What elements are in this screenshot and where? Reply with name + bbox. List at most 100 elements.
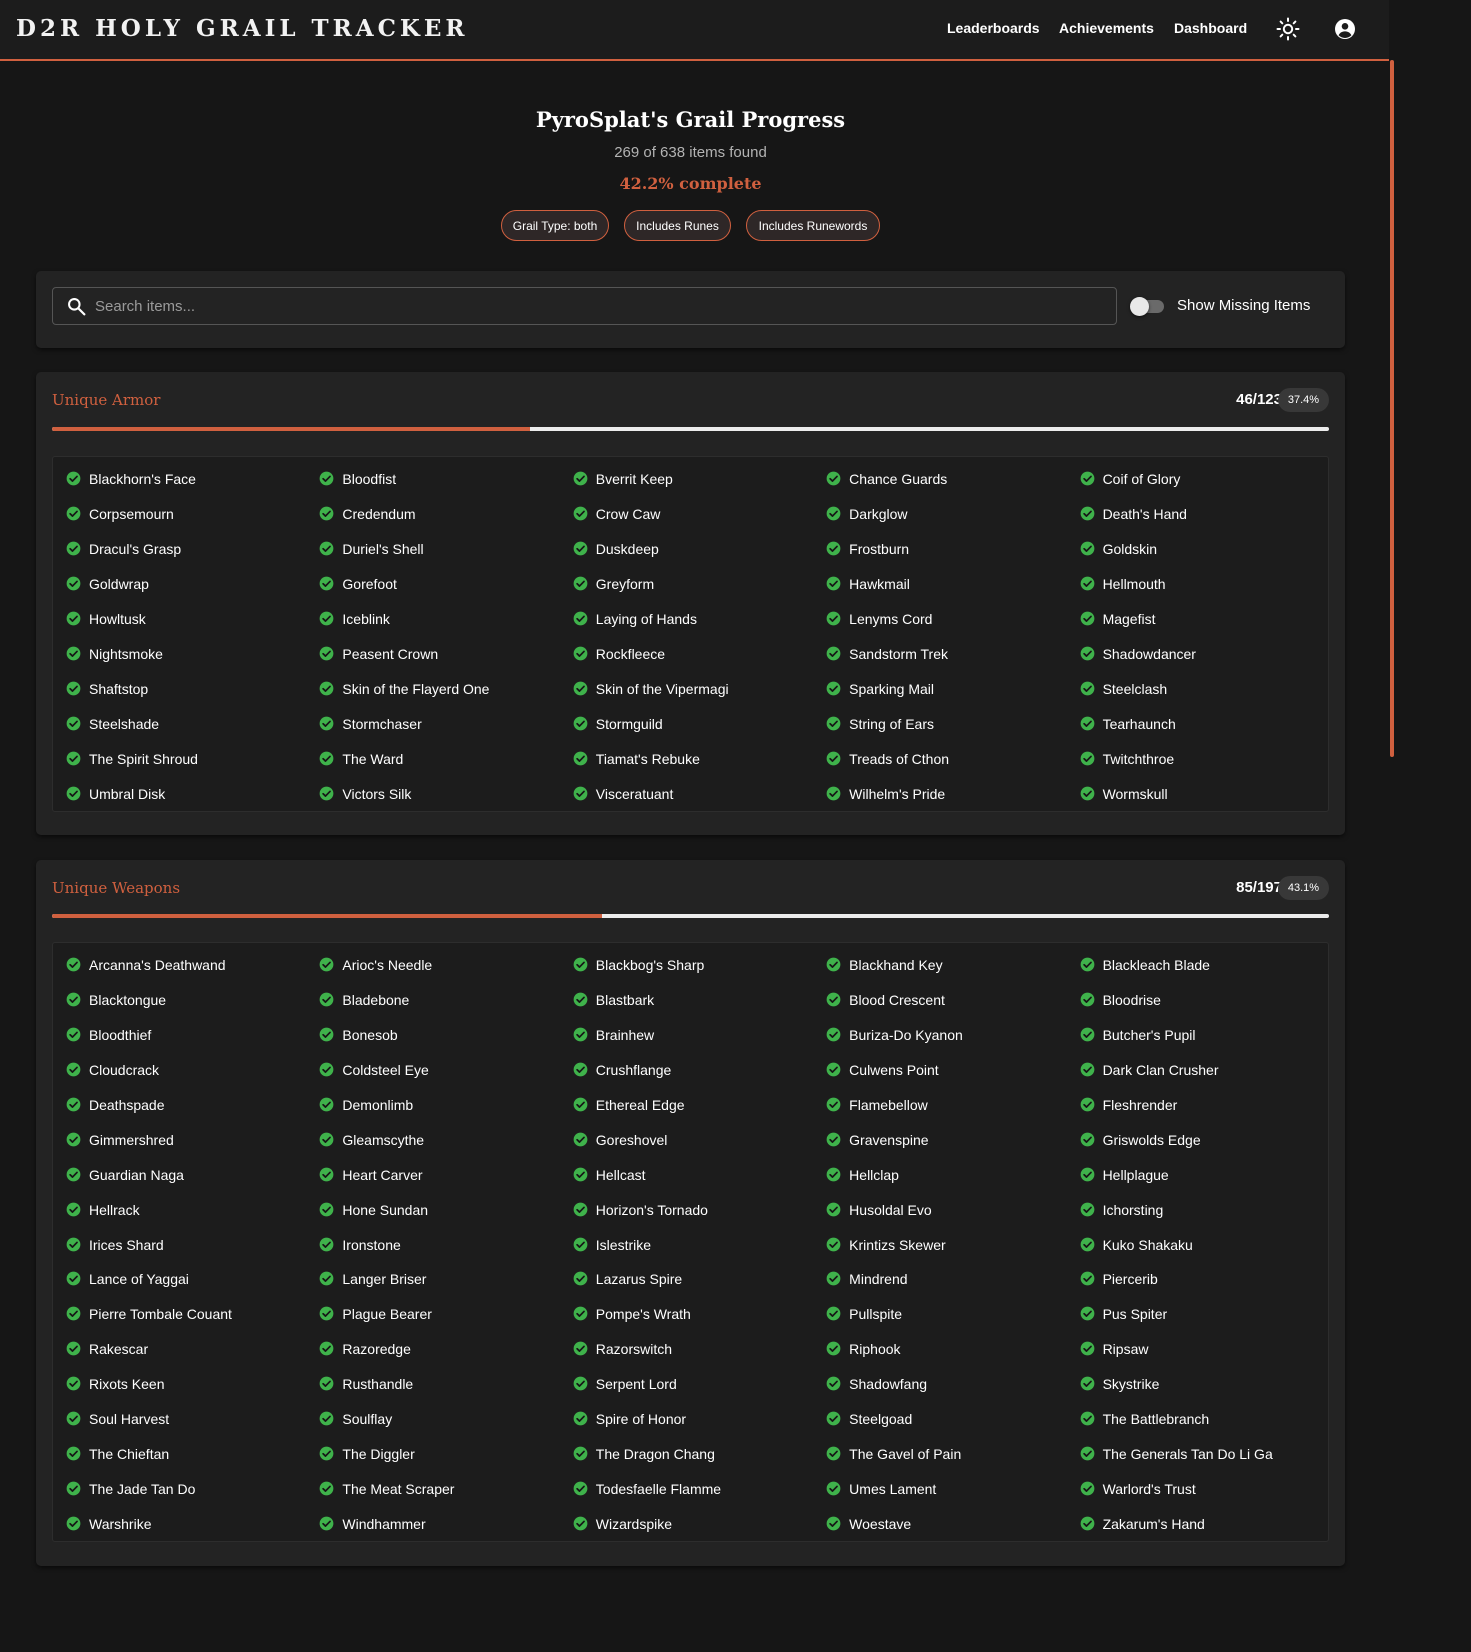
list-item[interactable]: Ironstone bbox=[318, 1227, 571, 1262]
list-item[interactable]: Irices Shard bbox=[65, 1227, 318, 1262]
list-item[interactable]: Corpsemourn bbox=[65, 496, 318, 531]
list-item[interactable]: Culwens Point bbox=[825, 1052, 1078, 1087]
list-item[interactable]: Rixots Keen bbox=[65, 1366, 318, 1401]
list-item[interactable]: Darkglow bbox=[825, 496, 1078, 531]
list-item[interactable]: Steelclash bbox=[1079, 671, 1332, 706]
list-item[interactable]: Pompe's Wrath bbox=[572, 1296, 825, 1331]
list-item[interactable]: Gimmershred bbox=[65, 1122, 318, 1157]
list-item[interactable]: String of Ears bbox=[825, 706, 1078, 741]
nav-dashboard[interactable]: Dashboard bbox=[1174, 20, 1247, 36]
list-item[interactable]: Blood Crescent bbox=[825, 982, 1078, 1017]
list-item[interactable]: Wormskull bbox=[1079, 776, 1332, 811]
list-item[interactable]: Fleshrender bbox=[1079, 1087, 1332, 1122]
list-item[interactable]: Nightsmoke bbox=[65, 636, 318, 671]
list-item[interactable]: Plague Bearer bbox=[318, 1296, 571, 1331]
list-item[interactable]: Pus Spiter bbox=[1079, 1296, 1332, 1331]
list-item[interactable]: Soulflay bbox=[318, 1401, 571, 1436]
list-item[interactable]: Coldsteel Eye bbox=[318, 1052, 571, 1087]
list-item[interactable]: Arioc's Needle bbox=[318, 947, 571, 982]
list-item[interactable]: Hellplague bbox=[1079, 1157, 1332, 1192]
sun-icon[interactable] bbox=[1276, 17, 1300, 41]
list-item[interactable]: Lenyms Cord bbox=[825, 601, 1078, 636]
list-item[interactable]: Duskdeep bbox=[572, 531, 825, 566]
list-item[interactable]: Umes Lament bbox=[825, 1471, 1078, 1506]
list-item[interactable]: Todesfaelle Flamme bbox=[572, 1471, 825, 1506]
list-item[interactable]: Piercerib bbox=[1079, 1261, 1332, 1296]
list-item[interactable]: Goreshovel bbox=[572, 1122, 825, 1157]
list-item[interactable]: Umbral Disk bbox=[65, 776, 318, 811]
list-item[interactable]: Skin of the Flayerd One bbox=[318, 671, 571, 706]
list-item[interactable]: Shadowdancer bbox=[1079, 636, 1332, 671]
list-item[interactable]: Stormguild bbox=[572, 706, 825, 741]
list-item[interactable]: Ethereal Edge bbox=[572, 1087, 825, 1122]
list-item[interactable]: Bonesob bbox=[318, 1017, 571, 1052]
list-item[interactable]: Sandstorm Trek bbox=[825, 636, 1078, 671]
list-item[interactable]: Death's Hand bbox=[1079, 496, 1332, 531]
list-item[interactable]: Lance of Yaggai bbox=[65, 1261, 318, 1296]
list-item[interactable]: Spire of Honor bbox=[572, 1401, 825, 1436]
list-item[interactable]: Crushflange bbox=[572, 1052, 825, 1087]
list-item[interactable]: Tearhaunch bbox=[1079, 706, 1332, 741]
list-item[interactable]: Crow Caw bbox=[572, 496, 825, 531]
list-item[interactable]: Hone Sundan bbox=[318, 1192, 571, 1227]
list-item[interactable]: Serpent Lord bbox=[572, 1366, 825, 1401]
list-item[interactable]: Steelshade bbox=[65, 706, 318, 741]
list-item[interactable]: The Dragon Chang bbox=[572, 1436, 825, 1471]
list-item[interactable]: Shadowfang bbox=[825, 1366, 1078, 1401]
list-item[interactable]: Warlord's Trust bbox=[1079, 1471, 1332, 1506]
list-item[interactable]: Bladebone bbox=[318, 982, 571, 1017]
list-item[interactable]: Chance Guards bbox=[825, 461, 1078, 496]
list-item[interactable]: Greyform bbox=[572, 566, 825, 601]
list-item[interactable]: Credendum bbox=[318, 496, 571, 531]
list-item[interactable]: Langer Briser bbox=[318, 1261, 571, 1296]
list-item[interactable]: The Ward bbox=[318, 741, 571, 776]
list-item[interactable]: Demonlimb bbox=[318, 1087, 571, 1122]
list-item[interactable]: Duriel's Shell bbox=[318, 531, 571, 566]
list-item[interactable]: Bverrit Keep bbox=[572, 461, 825, 496]
list-item[interactable]: Blackhand Key bbox=[825, 947, 1078, 982]
list-item[interactable]: Heart Carver bbox=[318, 1157, 571, 1192]
list-item[interactable]: Butcher's Pupil bbox=[1079, 1017, 1332, 1052]
list-item[interactable]: Stormchaser bbox=[318, 706, 571, 741]
list-item[interactable]: Dark Clan Crusher bbox=[1079, 1052, 1332, 1087]
list-item[interactable]: Treads of Cthon bbox=[825, 741, 1078, 776]
list-item[interactable]: Goldwrap bbox=[65, 566, 318, 601]
list-item[interactable]: Goldskin bbox=[1079, 531, 1332, 566]
list-item[interactable]: Buriza-Do Kyanon bbox=[825, 1017, 1078, 1052]
list-item[interactable]: Pullspite bbox=[825, 1296, 1078, 1331]
nav-leaderboards[interactable]: Leaderboards bbox=[947, 20, 1040, 36]
list-item[interactable]: Victors Silk bbox=[318, 776, 571, 811]
list-item[interactable]: Skin of the Vipermagi bbox=[572, 671, 825, 706]
list-item[interactable]: Rakescar bbox=[65, 1331, 318, 1366]
list-item[interactable]: Gravenspine bbox=[825, 1122, 1078, 1157]
list-item[interactable]: Gorefoot bbox=[318, 566, 571, 601]
scrollbar-thumb[interactable] bbox=[1390, 60, 1394, 757]
list-item[interactable]: Hellcast bbox=[572, 1157, 825, 1192]
list-item[interactable]: Howltusk bbox=[65, 601, 318, 636]
list-item[interactable]: Razorswitch bbox=[572, 1331, 825, 1366]
list-item[interactable]: The Generals Tan Do Li Ga bbox=[1079, 1436, 1332, 1471]
list-item[interactable]: Deathspade bbox=[65, 1087, 318, 1122]
list-item[interactable]: Visceratuant bbox=[572, 776, 825, 811]
list-item[interactable]: The Meat Scraper bbox=[318, 1471, 571, 1506]
list-item[interactable]: The Spirit Shroud bbox=[65, 741, 318, 776]
account-icon[interactable] bbox=[1333, 17, 1357, 41]
list-item[interactable]: Riphook bbox=[825, 1331, 1078, 1366]
list-item[interactable]: Rockfleece bbox=[572, 636, 825, 671]
list-item[interactable]: Zakarum's Hand bbox=[1079, 1506, 1332, 1541]
list-item[interactable]: Blastbark bbox=[572, 982, 825, 1017]
list-item[interactable]: Arcanna's Deathwand bbox=[65, 947, 318, 982]
list-item[interactable]: The Gavel of Pain bbox=[825, 1436, 1078, 1471]
list-item[interactable]: Twitchthroe bbox=[1079, 741, 1332, 776]
list-item[interactable]: Blackbog's Sharp bbox=[572, 947, 825, 982]
list-item[interactable]: Cloudcrack bbox=[65, 1052, 318, 1087]
list-item[interactable]: Blackhorn's Face bbox=[65, 461, 318, 496]
list-item[interactable]: Peasent Crown bbox=[318, 636, 571, 671]
list-item[interactable]: Laying of Hands bbox=[572, 601, 825, 636]
list-item[interactable]: The Battlebranch bbox=[1079, 1401, 1332, 1436]
list-item[interactable]: Ripsaw bbox=[1079, 1331, 1332, 1366]
list-item[interactable]: Ichorsting bbox=[1079, 1192, 1332, 1227]
list-item[interactable]: Kuko Shakaku bbox=[1079, 1227, 1332, 1262]
list-item[interactable]: Hawkmail bbox=[825, 566, 1078, 601]
list-item[interactable]: Warshrike bbox=[65, 1506, 318, 1541]
